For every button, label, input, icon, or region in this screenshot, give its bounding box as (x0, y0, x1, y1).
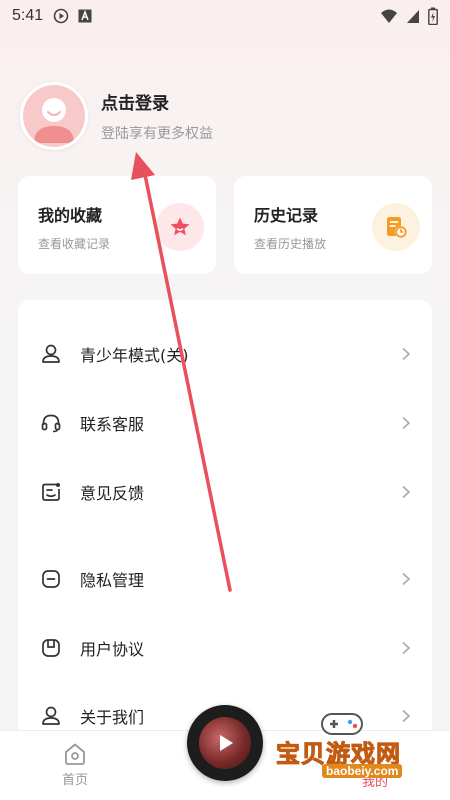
chevron-right-icon (402, 641, 411, 655)
menu-label: 用户协议 (80, 640, 145, 659)
login-title[interactable]: 点击登录 (101, 89, 213, 114)
history-card[interactable]: 历史记录 查看历史播放 (234, 176, 432, 274)
login-subtitle: 登陆享有更多权益 (101, 126, 213, 142)
tab-home[interactable]: 首页 (50, 741, 100, 788)
watermark-logo: 宝贝游戏网 baobeiy.com (274, 708, 424, 788)
login-profile[interactable]: 点击登录 登陆享有更多权益 (20, 82, 213, 150)
chevron-right-icon (402, 572, 411, 586)
now-playing-disc[interactable] (187, 705, 263, 781)
menu-item-feedback[interactable]: 意见反馈 (18, 467, 432, 517)
home-icon (65, 743, 85, 765)
menu-item-teen-mode[interactable]: 青少年模式(关) (18, 329, 432, 379)
play-circle-icon (53, 8, 69, 24)
teen-mode-icon (42, 344, 60, 363)
about-icon (42, 706, 60, 725)
menu-item-user-agreement[interactable]: 用户协议 (18, 623, 432, 673)
wifi-icon (381, 9, 397, 23)
favorites-card[interactable]: 我的收藏 查看收藏记录 (18, 176, 216, 274)
default-avatar-icon (34, 98, 74, 143)
battery-icon (428, 7, 438, 25)
privacy-icon (42, 570, 60, 588)
star-icon (156, 203, 204, 251)
status-time: 5:41 (12, 7, 44, 24)
headset-icon (41, 414, 61, 433)
chevron-right-icon (402, 416, 411, 430)
menu-label: 关于我们 (80, 708, 145, 727)
avatar[interactable] (20, 82, 88, 150)
menu-item-customer-service[interactable]: 联系客服 (18, 398, 432, 448)
watermark-url: baobeiy.com (322, 764, 403, 778)
history-doc-icon (372, 203, 420, 251)
status-bar: 5:41 (0, 0, 450, 32)
settings-menu: 青少年模式(关) 联系客服 意见反馈 隐私管理 用户协议 关于我们 (18, 300, 432, 760)
tab-home-label: 首页 (61, 773, 88, 788)
menu-label: 隐私管理 (80, 571, 145, 590)
font-a-icon (78, 9, 92, 23)
signal-icon (407, 10, 419, 23)
menu-item-privacy[interactable]: 隐私管理 (18, 554, 432, 604)
status-right (380, 7, 438, 25)
feedback-icon (42, 483, 60, 501)
menu-label: 意见反馈 (80, 484, 145, 503)
chevron-right-icon (402, 485, 411, 499)
menu-label: 青少年模式(关) (80, 346, 189, 365)
menu-label: 联系客服 (80, 415, 145, 434)
agreement-icon (42, 639, 60, 657)
chevron-right-icon (402, 347, 411, 361)
play-icon (220, 735, 233, 751)
